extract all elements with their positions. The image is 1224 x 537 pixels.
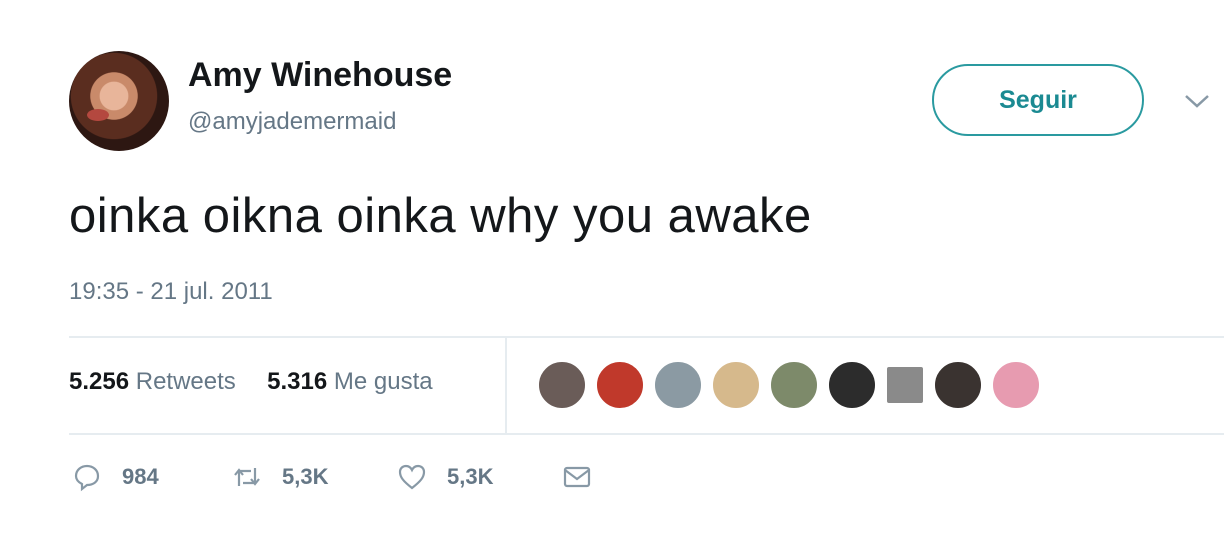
like-button[interactable]: 5,3K [397, 462, 562, 492]
direct-message-button[interactable] [562, 462, 612, 492]
retweet-icon [234, 468, 260, 486]
reply-icon [74, 464, 100, 492]
chevron-down-icon[interactable] [1184, 93, 1210, 109]
like-count: 5,3K [447, 464, 494, 489]
divider-bottom [69, 433, 1224, 435]
author-name[interactable]: Amy Winehouse [188, 56, 452, 95]
heart-icon [398, 464, 426, 490]
liker-avatar[interactable] [827, 360, 877, 410]
stats-separator [505, 338, 507, 434]
tweet-actions: 984 5,3K 5,3K [72, 462, 612, 492]
author-handle[interactable]: @amyjademermaid [188, 108, 396, 136]
divider-top [69, 336, 1224, 338]
likes-count[interactable]: 5.316 [267, 368, 327, 395]
likes-label[interactable]: Me gusta [334, 368, 433, 395]
follow-button[interactable]: Seguir [932, 64, 1144, 136]
retweets-count[interactable]: 5.256 [69, 368, 129, 395]
reply-count: 984 [122, 464, 159, 489]
retweet-button[interactable]: 5,3K [232, 462, 397, 492]
retweet-count: 5,3K [282, 464, 329, 489]
tweet-stats: 5.256 Retweets 5.316 Me gusta [69, 368, 433, 396]
liker-avatar[interactable] [769, 360, 819, 410]
liker-avatar[interactable] [933, 360, 983, 410]
tweet-timestamp[interactable]: 19:35 - 21 jul. 2011 [69, 278, 273, 306]
liker-avatar[interactable] [885, 365, 925, 405]
liker-avatar[interactable] [711, 360, 761, 410]
liker-avatar[interactable] [537, 360, 587, 410]
tweet-text: oinka oikna oinka why you awake [69, 189, 812, 243]
liker-avatars [537, 360, 1041, 410]
author-avatar[interactable] [69, 51, 169, 151]
reply-button[interactable]: 984 [72, 462, 232, 492]
envelope-icon [563, 466, 591, 488]
liker-avatar[interactable] [595, 360, 645, 410]
retweets-label[interactable]: Retweets [136, 368, 236, 395]
liker-avatar[interactable] [653, 360, 703, 410]
liker-avatar[interactable] [991, 360, 1041, 410]
